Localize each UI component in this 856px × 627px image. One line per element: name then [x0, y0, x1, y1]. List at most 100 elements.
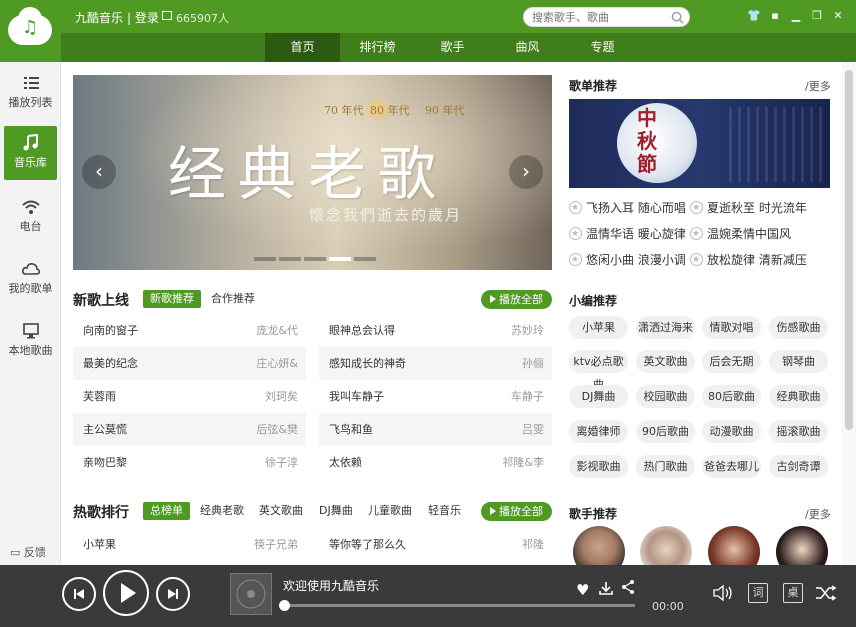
- tag-pill[interactable]: 80后歌曲: [702, 385, 761, 408]
- tag-pill[interactable]: 动漫歌曲: [702, 420, 761, 443]
- disc-icon: [236, 579, 266, 609]
- tab-genres[interactable]: 曲风: [490, 33, 565, 62]
- tab-hot-classic[interactable]: 经典老歌: [200, 502, 244, 520]
- tag-pill[interactable]: 离婚律师: [569, 420, 628, 443]
- song-artist: 祁隆: [522, 538, 544, 551]
- tag-pill[interactable]: 情歌对唱: [702, 316, 761, 339]
- banner-prev-button[interactable]: ‹: [82, 155, 116, 189]
- next-button[interactable]: [156, 577, 190, 611]
- playlist-rec-item[interactable]: 飞扬入耳 随心而唱: [569, 199, 686, 217]
- tag-pill[interactable]: 潇洒过海来: [636, 316, 695, 339]
- tab-hot-all[interactable]: 总榜单: [143, 502, 190, 520]
- song-row[interactable]: 芙蓉雨 刘珂矣: [73, 380, 306, 413]
- tab-new-songs-recommend[interactable]: 新歌推荐: [143, 290, 201, 308]
- volume-icon[interactable]: [712, 583, 736, 603]
- singer-rec-more-link[interactable]: /更多: [805, 506, 831, 522]
- feedback-link[interactable]: ▭ 反馈: [10, 544, 46, 560]
- banner-next-button[interactable]: ›: [509, 155, 543, 189]
- login-link[interactable]: | 登录: [127, 9, 159, 26]
- playlist-rec-more-link[interactable]: /更多: [805, 78, 831, 94]
- tag-pill[interactable]: 热门歌曲: [636, 455, 695, 478]
- scrollbar-thumb[interactable]: [845, 70, 853, 430]
- tag-pill[interactable]: 影视歌曲: [569, 455, 628, 478]
- like-heart-icon[interactable]: ♥: [576, 581, 589, 599]
- tag-pill[interactable]: 古剑奇谭: [769, 455, 828, 478]
- playlist-rec-item[interactable]: 夏逝秋至 时光流年: [690, 199, 807, 217]
- playlist-rec-item[interactable]: 温婉柔情中国风: [690, 225, 791, 243]
- tab-hot-children[interactable]: 儿童歌曲: [368, 502, 412, 520]
- banner-dot[interactable]: [304, 257, 326, 261]
- sidebar-item-music-library[interactable]: 音乐库: [4, 126, 57, 180]
- search-icon[interactable]: [671, 11, 684, 24]
- tab-hot-dj[interactable]: DJ舞曲: [319, 502, 353, 520]
- search-input[interactable]: [532, 10, 662, 25]
- tag-pill[interactable]: 90后歌曲: [636, 420, 695, 443]
- tag-pill[interactable]: DJ舞曲: [569, 385, 628, 408]
- banner-carousel[interactable]: 70 年代 80 年代 90 年代 经典老歌 懷念我們逝去的歲月 ‹ ›: [73, 75, 552, 270]
- tag-pill[interactable]: 钢琴曲: [769, 350, 828, 373]
- tab-charts[interactable]: 排行榜: [340, 33, 415, 62]
- banner-dot-active[interactable]: [329, 257, 351, 261]
- skin-icon[interactable]: 👕: [747, 9, 761, 23]
- banner-dot[interactable]: [279, 257, 301, 261]
- song-row[interactable]: 飞鸟和鱼 吕雯: [319, 413, 552, 446]
- sidebar-item-radio[interactable]: 电台: [4, 190, 57, 244]
- search-box[interactable]: [523, 7, 690, 27]
- tag-pill[interactable]: 小苹果: [569, 316, 628, 339]
- song-artist: 孙俪: [522, 357, 544, 370]
- tab-hot-english[interactable]: 英文歌曲: [259, 502, 303, 520]
- song-row[interactable]: 眼神总会认得 苏妙玲: [319, 314, 552, 347]
- play-button[interactable]: [103, 570, 149, 616]
- song-row[interactable]: 感知成长的神奇 孙俪: [319, 347, 552, 380]
- sidebar-item-playlist[interactable]: 播放列表: [4, 66, 57, 120]
- playlist-banner-image[interactable]: 中秋節: [569, 99, 830, 188]
- sidebar-item-label: 本地歌曲: [8, 344, 53, 357]
- minimize-icon[interactable]: ▁: [789, 9, 803, 23]
- song-row[interactable]: 亲吻巴黎 徐子淳: [73, 446, 306, 479]
- song-row[interactable]: 等你等了那么久 祁隆: [319, 528, 552, 561]
- download-icon[interactable]: [598, 580, 614, 596]
- tag-pill[interactable]: 英文歌曲: [636, 350, 695, 373]
- monitor-icon: [22, 323, 39, 339]
- mini-mode-icon[interactable]: ▪: [768, 9, 782, 23]
- maximize-icon[interactable]: ❐: [810, 9, 824, 23]
- tab-home[interactable]: 首页: [265, 33, 340, 62]
- playlist-rec-item[interactable]: 放松旋律 清新减压: [690, 251, 807, 269]
- song-row[interactable]: 我叫车静子 车静子: [319, 380, 552, 413]
- tag-pill[interactable]: 校园歌曲: [636, 385, 695, 408]
- song-row[interactable]: 最美的纪念 庄心妍&: [73, 347, 306, 380]
- tag-pill[interactable]: 后会无期: [702, 350, 761, 373]
- tag-pill[interactable]: 经典歌曲: [769, 385, 828, 408]
- new-songs-play-all-button[interactable]: 播放全部: [481, 290, 552, 309]
- tab-topics[interactable]: 专题: [565, 33, 640, 62]
- banner-dot[interactable]: [254, 257, 276, 261]
- lyrics-button[interactable]: 词: [748, 583, 768, 603]
- progress-bar[interactable]: [283, 604, 635, 607]
- tag-pill[interactable]: 伤感歌曲: [769, 316, 828, 339]
- tab-hot-light-music[interactable]: 轻音乐: [428, 502, 461, 520]
- tab-new-songs-cooperation[interactable]: 合作推荐: [211, 290, 255, 308]
- song-row[interactable]: 小苹果 筷子兄弟: [73, 528, 306, 561]
- tab-singers[interactable]: 歌手: [415, 33, 490, 62]
- previous-button[interactable]: [62, 577, 96, 611]
- song-row[interactable]: 太依赖 祁隆&李: [319, 446, 552, 479]
- online-count: 665907人: [176, 12, 229, 25]
- playlist-rec-item[interactable]: 温情华语 暖心旋律: [569, 225, 686, 243]
- shuffle-icon[interactable]: [814, 584, 838, 602]
- sidebar-item-my-playlists[interactable]: 我的歌单: [4, 252, 57, 306]
- play-time: 00:00: [652, 600, 684, 613]
- hot-songs-play-all-button[interactable]: 播放全部: [481, 502, 552, 521]
- tag-pill[interactable]: 摇滚歌曲: [769, 420, 828, 443]
- album-cover[interactable]: [230, 573, 272, 615]
- tag-pill[interactable]: 爸爸去哪儿: [702, 455, 761, 478]
- desktop-lyrics-button[interactable]: 桌: [783, 583, 803, 603]
- progress-knob[interactable]: [279, 600, 290, 611]
- playlist-rec-item[interactable]: 悠闲小曲 浪漫小调: [569, 251, 686, 269]
- banner-dot[interactable]: [354, 257, 376, 261]
- tag-pill[interactable]: ktv必点歌曲: [569, 350, 628, 391]
- song-row[interactable]: 向南的窗子 庞龙&代: [73, 314, 306, 347]
- share-icon[interactable]: [620, 579, 636, 595]
- sidebar-item-local-songs[interactable]: 本地歌曲: [4, 314, 57, 368]
- close-icon[interactable]: ✕: [831, 9, 845, 23]
- song-row[interactable]: 主公莫慌 后弦&樊: [73, 413, 306, 446]
